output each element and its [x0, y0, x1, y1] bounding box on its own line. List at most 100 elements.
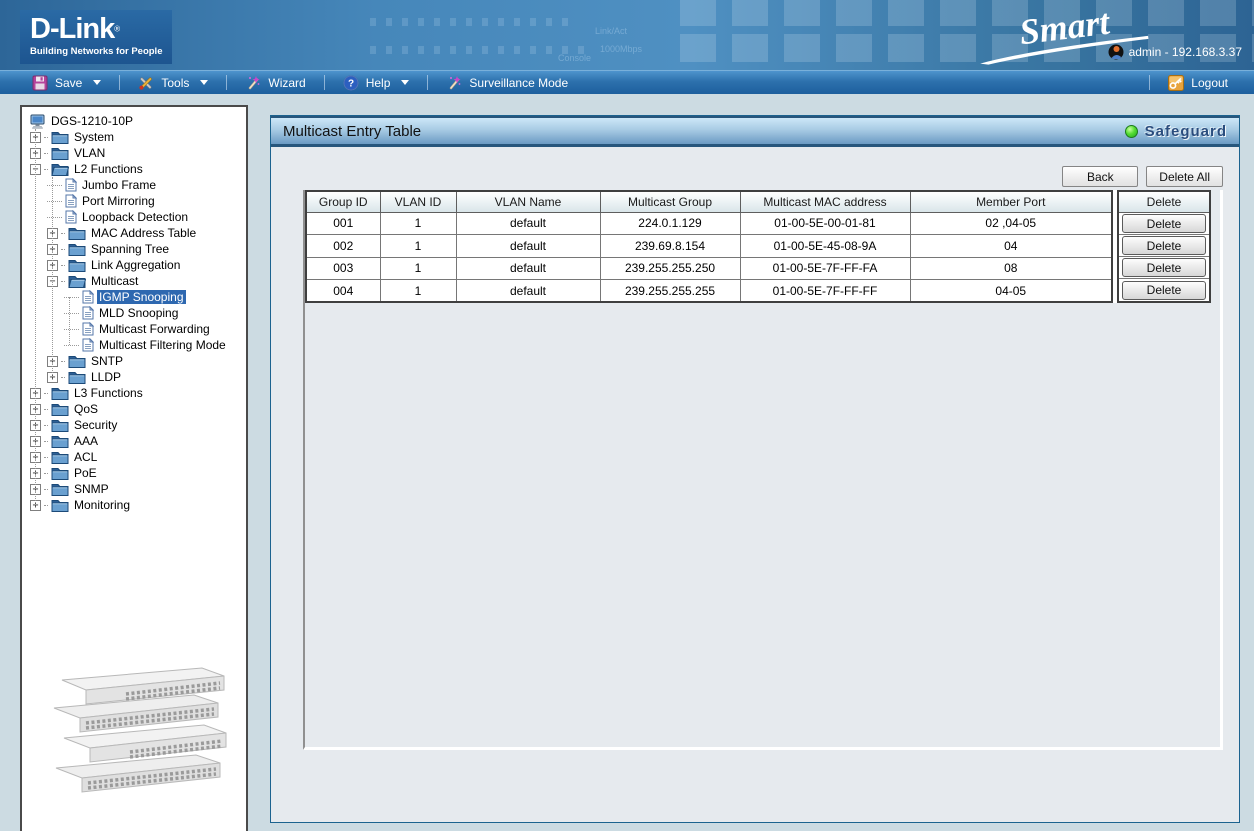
- tree-item-acl[interactable]: +ACL: [30, 449, 246, 465]
- tree-connector: [61, 249, 65, 250]
- tree-guide-line: [69, 297, 70, 345]
- tree-item-multicast[interactable]: −Multicast: [30, 273, 246, 289]
- tree-connector: [64, 345, 79, 346]
- tools-icon: [138, 75, 154, 91]
- table-cell: 239.255.255.255: [600, 280, 740, 303]
- tree-item-snmp[interactable]: +SNMP: [30, 481, 246, 497]
- surveillance-mode-icon: [446, 75, 462, 91]
- multicast-entry-table: Group IDVLAN IDVLAN NameMulticast GroupM…: [305, 190, 1220, 303]
- page-icon: [65, 210, 77, 224]
- table-cell: 1: [380, 235, 456, 258]
- tree-item-port-mirroring[interactable]: Port Mirroring: [30, 193, 246, 209]
- tree-item-l3-functions[interactable]: +L3 Functions: [30, 385, 246, 401]
- folder-open-icon: [68, 274, 86, 288]
- back-button[interactable]: Back: [1062, 166, 1138, 187]
- page-icon: [82, 322, 94, 336]
- tree-item-mld-snooping[interactable]: MLD Snooping: [30, 305, 246, 321]
- delete-row-button-2[interactable]: Delete: [1122, 236, 1206, 255]
- delete-all-button[interactable]: Delete All: [1146, 166, 1223, 187]
- tree-connector: [61, 233, 65, 234]
- tree-item-label: ACL: [72, 450, 99, 464]
- multicast-table-main: Group IDVLAN IDVLAN NameMulticast GroupM…: [305, 190, 1113, 303]
- col-header-multicast-mac-address: Multicast MAC address: [740, 191, 910, 212]
- tree-item-lldp[interactable]: +LLDP: [30, 369, 246, 385]
- action-buttons: Back Delete All: [1062, 166, 1223, 187]
- table-cell: 002: [306, 235, 380, 258]
- tree-item-multicast-forwarding[interactable]: Multicast Forwarding: [30, 321, 246, 337]
- page-icon: [65, 178, 77, 192]
- table-row: 0041default239.255.255.25501-00-5E-7F-FF…: [306, 280, 1112, 303]
- tree-item-label: MAC Address Table: [89, 226, 198, 240]
- help-dropdown-caret[interactable]: [401, 80, 409, 85]
- svg-text:?: ?: [348, 78, 354, 89]
- logout-button[interactable]: Logout: [1150, 75, 1254, 91]
- save-dropdown-caret[interactable]: [93, 80, 101, 85]
- delete-row-button-3[interactable]: Delete: [1122, 258, 1206, 277]
- surveillance-mode-button[interactable]: Surveillance Mode: [428, 71, 586, 94]
- tree-item-monitoring[interactable]: +Monitoring: [30, 497, 246, 513]
- tree-item-sntp[interactable]: +SNTP: [30, 353, 246, 369]
- tree-item-label: IGMP Snooping: [97, 290, 186, 304]
- tree-item-aaa[interactable]: +AAA: [30, 433, 246, 449]
- table-cell: 001: [306, 212, 380, 235]
- bg-label-linkact: Link/Act: [595, 26, 627, 36]
- help-button[interactable]: ? Help: [325, 71, 428, 94]
- table-cell: 01-00-5E-00-01-81: [740, 212, 910, 235]
- delete-cell: Delete: [1119, 213, 1209, 235]
- bg-label-speed: 1000Mbps: [600, 44, 642, 54]
- tree-connector: [44, 153, 48, 154]
- delete-row-button-4[interactable]: Delete: [1122, 281, 1206, 300]
- save-icon: [32, 75, 48, 91]
- tree-item-security[interactable]: +Security: [30, 417, 246, 433]
- delete-cell: Delete: [1119, 235, 1209, 257]
- tree-item-label: Link Aggregation: [89, 258, 182, 272]
- folder-icon: [51, 418, 69, 432]
- tools-dropdown-caret[interactable]: [200, 80, 208, 85]
- tools-button[interactable]: Tools: [120, 71, 226, 94]
- dlink-logo: D-Link® Building Networks for People: [20, 10, 172, 64]
- tree-item-mac-address-table[interactable]: +MAC Address Table: [30, 225, 246, 241]
- tree-connector: [44, 473, 48, 474]
- page-title: Multicast Entry Table: [283, 123, 421, 140]
- tree-connector: [44, 393, 48, 394]
- folder-icon: [68, 242, 86, 256]
- folder-icon: [51, 386, 69, 400]
- tree-item-igmp-snooping[interactable]: IGMP Snooping: [30, 289, 246, 305]
- col-header-vlan-id: VLAN ID: [380, 191, 456, 212]
- delete-row-button-1[interactable]: Delete: [1122, 214, 1206, 233]
- save-button[interactable]: Save: [14, 71, 119, 94]
- tree-item-multicast-filtering-mode[interactable]: Multicast Filtering Mode: [30, 337, 246, 353]
- help-icon: ?: [343, 75, 359, 91]
- table-cell: 004: [306, 280, 380, 303]
- wizard-icon: [245, 75, 261, 91]
- tree-item-qos[interactable]: +QoS: [30, 401, 246, 417]
- tree-item-label: Jumbo Frame: [80, 178, 158, 192]
- device-icon: [30, 114, 46, 129]
- status-led-icon: [1125, 125, 1138, 138]
- tree-item-vlan[interactable]: +VLAN: [30, 145, 246, 161]
- page-icon: [82, 338, 94, 352]
- tree-item-loopback-detection[interactable]: Loopback Detection: [30, 209, 246, 225]
- tree-connector: [44, 457, 48, 458]
- tree-item-system[interactable]: +System: [30, 129, 246, 145]
- tree-item-jumbo-frame[interactable]: Jumbo Frame: [30, 177, 246, 193]
- user-info: admin - 192.168.3.37: [1108, 44, 1242, 60]
- table-cell: 1: [380, 280, 456, 303]
- tree-item-link-aggregation[interactable]: +Link Aggregation: [30, 257, 246, 273]
- tree-item-spanning-tree[interactable]: +Spanning Tree: [30, 241, 246, 257]
- tree-item-dgs-1210-10p[interactable]: DGS-1210-10P: [30, 113, 246, 129]
- page-icon: [82, 306, 94, 320]
- tree-item-poe[interactable]: +PoE: [30, 465, 246, 481]
- tree-item-label: AAA: [72, 434, 100, 448]
- tree-connector: [44, 425, 48, 426]
- wizard-button[interactable]: Wizard: [227, 71, 323, 94]
- folder-open-icon: [51, 162, 69, 176]
- folder-icon: [51, 146, 69, 160]
- tree-connector: [64, 313, 79, 314]
- user-address: admin - 192.168.3.37: [1129, 45, 1242, 59]
- table-cell: 04: [910, 235, 1112, 258]
- table-cell: default: [456, 257, 600, 280]
- tree-item-l2-functions[interactable]: −L2 Functions: [30, 161, 246, 177]
- table-row: 0011default224.0.1.12901-00-5E-00-01-810…: [306, 212, 1112, 235]
- table-cell: default: [456, 212, 600, 235]
